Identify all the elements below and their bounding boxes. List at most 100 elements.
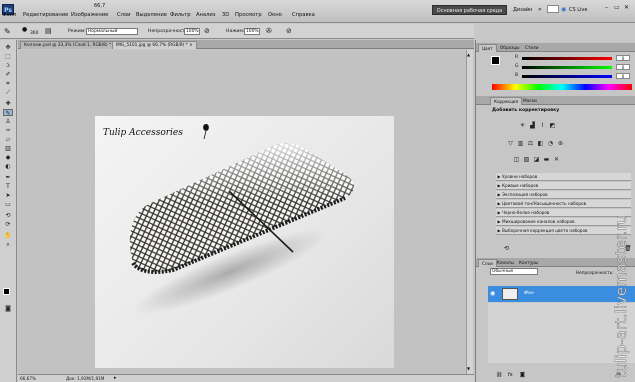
- foreground-color-box[interactable]: [491, 56, 500, 65]
- marquee-tool-icon[interactable]: ⬚: [3, 53, 13, 60]
- eraser-tool-icon[interactable]: ▱: [3, 136, 13, 143]
- crop-tool-icon[interactable]: ⌗: [3, 80, 13, 87]
- 3d-rotate-tool-icon[interactable]: ⟲: [3, 212, 13, 219]
- posterize-icon[interactable]: ▨: [522, 156, 531, 164]
- color-g-slider[interactable]: [522, 66, 612, 69]
- color-b-slider[interactable]: [522, 75, 612, 78]
- menu-filter[interactable]: Фильтр: [170, 12, 191, 18]
- new-layer-icon[interactable]: ▣: [616, 372, 621, 378]
- menu-3d[interactable]: 3D: [222, 12, 229, 18]
- tab-color[interactable]: Цвет: [478, 44, 497, 52]
- invert-icon[interactable]: ◫: [512, 156, 521, 164]
- status-zoom[interactable]: 66,67%: [20, 376, 36, 381]
- exposure-icon[interactable]: ◩: [548, 122, 557, 130]
- preset-row[interactable]: ▶Кривые наборов: [496, 182, 631, 190]
- pressure-field[interactable]: 100%: [244, 28, 260, 35]
- menu-layers[interactable]: Слои: [117, 12, 130, 18]
- zoom-display[interactable]: 66,7: [94, 3, 105, 9]
- tab-img-5101[interactable]: IMG_5101.jpg @ 66,7% (RGB/8) * ×: [112, 41, 197, 49]
- hand-tool-icon[interactable]: ✋: [3, 232, 13, 239]
- layer-mask-icon[interactable]: ◙: [520, 372, 525, 378]
- opacity-field[interactable]: 100%: [184, 28, 200, 35]
- preset-row[interactable]: ▶Цветовой тон/Насыщенность наборов: [496, 200, 631, 208]
- tab-styles[interactable]: Стили: [522, 44, 541, 52]
- selective-color-icon[interactable]: ✕: [552, 156, 561, 164]
- tab-masks[interactable]: Маски: [520, 97, 540, 105]
- workspace-design-button[interactable]: Дизайн: [513, 7, 532, 13]
- brush-tool-icon[interactable]: ✎: [3, 109, 13, 117]
- airbrush-icon[interactable]: ✇: [266, 27, 272, 35]
- color-b-value[interactable]: 0: [616, 73, 630, 79]
- brush-panel-icon[interactable]: ▤: [45, 27, 52, 35]
- color-spectrum-ramp[interactable]: [492, 84, 632, 90]
- tab-close-icon[interactable]: ×: [189, 43, 193, 48]
- channel-mixer-icon[interactable]: ⊛: [556, 140, 565, 148]
- preset-row[interactable]: ▶Выборочная коррекция цвета наборов: [496, 227, 631, 235]
- menu-help[interactable]: Справка: [292, 12, 315, 18]
- adjust-delete-icon[interactable]: 🗑: [624, 245, 632, 252]
- menu-edit[interactable]: Редактирование: [23, 12, 68, 18]
- color-r-slider[interactable]: [522, 57, 612, 60]
- lasso-tool-icon[interactable]: ↄ: [3, 62, 13, 69]
- clone-stamp-tool-icon[interactable]: ♙: [3, 118, 13, 125]
- menu-image[interactable]: Изображение: [71, 12, 108, 18]
- brightness-contrast-icon[interactable]: ☀: [518, 122, 527, 130]
- layer-name[interactable]: Фон: [524, 291, 534, 296]
- hue-saturation-icon[interactable]: ▥: [516, 140, 525, 148]
- color-r-value[interactable]: 0: [616, 55, 630, 61]
- healing-brush-tool-icon[interactable]: ✚: [3, 100, 13, 107]
- tab-paths[interactable]: Контуры: [516, 259, 541, 267]
- move-tool-icon[interactable]: ✥: [3, 44, 13, 51]
- photo-filter-icon[interactable]: ◔: [546, 140, 555, 148]
- gradient-map-icon[interactable]: ▬: [542, 156, 551, 164]
- preset-row[interactable]: ▶Черно-белое наборов: [496, 209, 631, 217]
- tab-channels[interactable]: Каналы: [494, 259, 517, 267]
- status-arrow-icon[interactable]: ▸: [114, 375, 117, 381]
- preset-row[interactable]: ▶Экспозиция наборов: [496, 191, 631, 199]
- scrollbar-down-icon[interactable]: ▼: [467, 366, 470, 371]
- 3d-camera-tool-icon[interactable]: ⟳: [3, 221, 13, 228]
- menu-view[interactable]: Просмотр: [235, 12, 262, 18]
- menu-select[interactable]: Выделение: [136, 12, 167, 18]
- scrollbar-up-icon[interactable]: ▲: [467, 52, 470, 57]
- minimize-icon[interactable]: –: [605, 4, 608, 11]
- threshold-icon[interactable]: ◪: [532, 156, 541, 164]
- workspace-essentials-button[interactable]: Основная рабочая среда: [432, 5, 507, 15]
- link-layers-icon[interactable]: ⛓: [496, 372, 502, 378]
- document-image[interactable]: Tulip Accessories: [95, 116, 394, 368]
- blur-tool-icon[interactable]: ◆: [3, 154, 13, 161]
- zoom-tool-icon[interactable]: ⌕: [3, 241, 13, 248]
- levels-icon[interactable]: ▟: [528, 122, 537, 130]
- gradient-tool-icon[interactable]: ▥: [3, 145, 13, 152]
- quick-select-tool-icon[interactable]: ✐: [3, 71, 13, 78]
- tablet-pressure-icon[interactable]: ⊘: [286, 27, 292, 35]
- color-g-value[interactable]: 0: [616, 64, 630, 70]
- vertical-scrollbar[interactable]: [466, 50, 473, 374]
- quick-mask-icon[interactable]: ◙: [3, 305, 13, 312]
- brush-picker-icon[interactable]: ●: [22, 26, 27, 33]
- close-icon[interactable]: ✕: [624, 4, 629, 11]
- color-balance-icon[interactable]: ⚖: [526, 140, 535, 148]
- visibility-eye-icon[interactable]: ◉: [490, 290, 495, 297]
- blend-mode-select[interactable]: Обычные: [490, 268, 538, 275]
- black-white-icon[interactable]: ◧: [536, 140, 545, 148]
- tab-adjustments[interactable]: Коррекция: [490, 97, 523, 105]
- preset-row[interactable]: ▶Уровни наборов: [496, 173, 631, 181]
- pen-tool-icon[interactable]: ✒: [3, 174, 13, 181]
- menu-window[interactable]: Окно: [268, 12, 282, 18]
- opacity-pressure-icon[interactable]: ⊘: [204, 27, 210, 35]
- brush-size-value[interactable]: 360: [30, 31, 38, 36]
- adjust-footer-icon[interactable]: ⟲: [504, 245, 509, 252]
- history-brush-tool-icon[interactable]: ✑: [3, 127, 13, 134]
- mode-select[interactable]: Нормальный: [86, 28, 138, 35]
- layer-row-background[interactable]: ◉ Фон: [488, 286, 635, 302]
- workspace-more-icon[interactable]: »: [538, 6, 542, 13]
- path-select-tool-icon[interactable]: ➤: [3, 192, 13, 199]
- layer-style-icon[interactable]: fx: [508, 372, 513, 378]
- vibrance-icon[interactable]: ▽: [506, 140, 515, 148]
- tab-collage[interactable]: Коллаж.psd @ 33,3% (Слой 1, RGB/8) * ×: [20, 41, 121, 49]
- eyedropper-tool-icon[interactable]: ⟋: [3, 89, 13, 96]
- dodge-tool-icon[interactable]: ◐: [3, 163, 13, 170]
- foreground-color-swatch[interactable]: [3, 288, 10, 295]
- shape-tool-icon[interactable]: ▭: [3, 201, 13, 208]
